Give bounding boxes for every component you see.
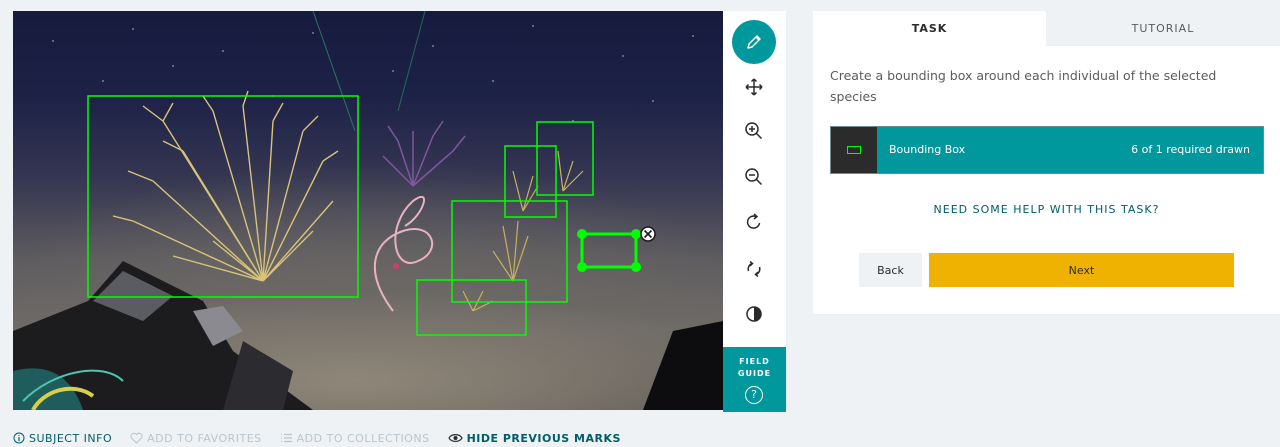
hide-previous-marks-button[interactable]: HIDE PREVIOUS MARKS bbox=[447, 431, 621, 445]
zoom-in-tool[interactable] bbox=[732, 109, 776, 153]
delete-mark-icon bbox=[640, 226, 656, 242]
bounding-box-mark bbox=[504, 145, 557, 218]
rotate-icon bbox=[746, 213, 761, 229]
help-icon: ? bbox=[745, 386, 763, 404]
annotate-tool[interactable] bbox=[732, 20, 776, 64]
add-to-favorites-button[interactable]: ADD TO FAVORITES bbox=[130, 431, 262, 445]
heart-icon bbox=[130, 432, 143, 444]
subject-info-label: SUBJECT INFO bbox=[29, 431, 113, 445]
seafloor-scene bbox=[13, 11, 723, 410]
move-tool[interactable] bbox=[732, 65, 776, 109]
image-toolbar bbox=[723, 11, 786, 347]
task-tabs: TASK TUTORIAL bbox=[813, 11, 1280, 46]
zoom-in-icon bbox=[745, 122, 763, 140]
field-guide-button[interactable]: FIELD GUIDE ? bbox=[723, 347, 786, 412]
add-to-collections-button[interactable]: ADD TO COLLECTIONS bbox=[280, 431, 430, 445]
zoom-out-icon bbox=[745, 168, 763, 186]
pencil-icon bbox=[747, 35, 761, 49]
bounding-box-mark bbox=[451, 200, 568, 303]
bounding-box-tool-option[interactable]: Bounding Box 6 of 1 required drawn bbox=[830, 126, 1264, 174]
back-button[interactable]: Back bbox=[859, 253, 922, 287]
rotate-tool[interactable] bbox=[732, 200, 776, 244]
hide-previous-marks-label: HIDE PREVIOUS MARKS bbox=[466, 431, 621, 445]
selected-bounding-box bbox=[577, 226, 656, 272]
task-instructions: Create a bounding box around each indivi… bbox=[830, 68, 1217, 104]
invert-tool[interactable] bbox=[732, 292, 776, 336]
tab-task[interactable]: TASK bbox=[813, 11, 1046, 46]
subject-image[interactable] bbox=[13, 11, 723, 410]
subject-actions-bar: SUBJECT INFO ADD TO FAVORITES ADD TO COL… bbox=[13, 431, 621, 445]
subject-info-button[interactable]: SUBJECT INFO bbox=[13, 431, 112, 445]
reset-icon bbox=[747, 260, 761, 278]
tool-swatch bbox=[831, 127, 877, 173]
add-to-favorites-label: ADD TO FAVORITES bbox=[147, 431, 262, 445]
task-help-link[interactable]: NEED SOME HELP WITH THIS TASK? bbox=[813, 203, 1280, 216]
list-icon bbox=[280, 433, 292, 443]
field-guide-line1: FIELD bbox=[739, 357, 770, 366]
eye-icon bbox=[447, 434, 463, 442]
move-icon bbox=[745, 78, 763, 96]
next-button[interactable]: Next bbox=[929, 253, 1234, 287]
task-panel: TASK TUTORIAL Create a bounding box arou… bbox=[813, 11, 1280, 314]
zoom-out-tool[interactable] bbox=[732, 155, 776, 199]
info-icon bbox=[13, 432, 25, 444]
reset-tool[interactable] bbox=[732, 247, 776, 291]
rectangle-icon bbox=[847, 146, 861, 154]
tab-tutorial[interactable]: TUTORIAL bbox=[1046, 11, 1280, 46]
tool-option-count: 6 of 1 required drawn bbox=[1131, 143, 1250, 156]
invert-icon bbox=[746, 306, 762, 322]
field-guide-line2: GUIDE bbox=[737, 369, 772, 378]
tool-option-label: Bounding Box bbox=[889, 143, 966, 156]
add-to-collections-label: ADD TO COLLECTIONS bbox=[296, 431, 430, 445]
